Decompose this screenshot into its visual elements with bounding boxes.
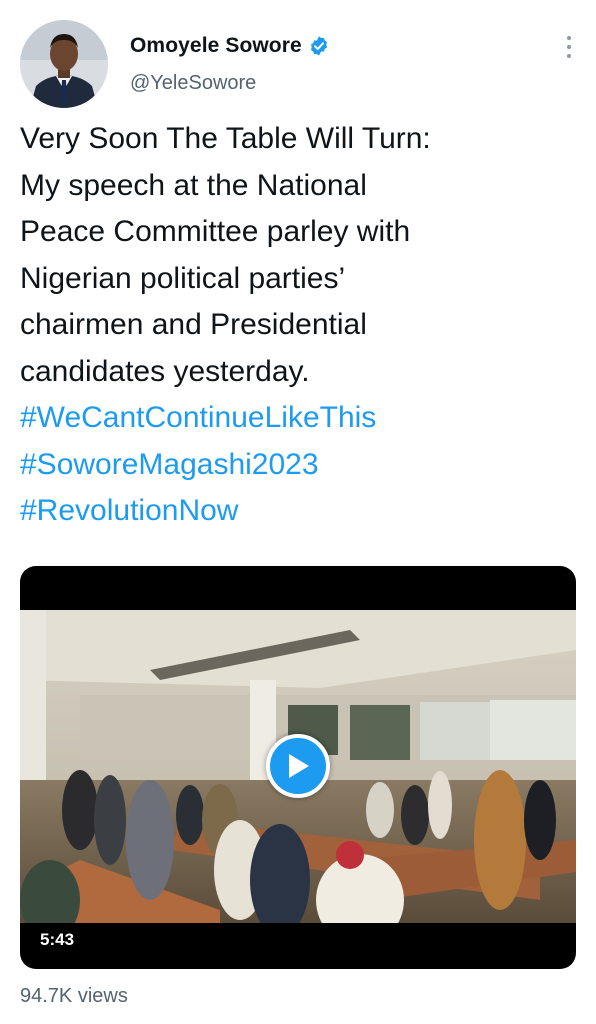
hashtag-link[interactable]: #SoworeMagashi2023 bbox=[20, 442, 580, 489]
tweet-text: Very Soon The Table Will Turn: My speech… bbox=[20, 116, 580, 535]
author-handle[interactable]: @YeleSowore bbox=[130, 72, 256, 95]
hashtag-link[interactable]: #RevolutionNow bbox=[20, 488, 580, 535]
hashtag-link[interactable]: #WeCantContinueLikeThis bbox=[20, 395, 580, 442]
avatar-image bbox=[20, 20, 108, 108]
verified-badge-icon bbox=[308, 35, 330, 57]
video-player[interactable]: 5:43 bbox=[20, 566, 576, 969]
tweet-header: Omoyele Sowore @YeleSowore bbox=[20, 18, 580, 110]
author-name-row[interactable]: Omoyele Sowore bbox=[130, 34, 330, 58]
tweet-text-line: candidates yesterday. bbox=[20, 354, 310, 388]
tweet-text-line: Peace Committee parley with bbox=[20, 215, 411, 248]
tweet-text-line: My speech at the National bbox=[20, 168, 367, 202]
author-name[interactable]: Omoyele Sowore bbox=[130, 34, 302, 58]
view-count[interactable]: 94.7K views bbox=[20, 985, 128, 1008]
tweet-text-line: Very Soon The Table Will Turn: bbox=[20, 122, 431, 155]
avatar[interactable] bbox=[20, 20, 108, 108]
more-vertical-icon[interactable] bbox=[564, 36, 574, 62]
tweet-text-line: Nigerian political parties’ bbox=[20, 261, 346, 295]
video-duration: 5:43 bbox=[32, 928, 83, 952]
tweet-text-line: chairmen and Presidential bbox=[20, 308, 367, 341]
play-icon[interactable] bbox=[266, 734, 330, 798]
